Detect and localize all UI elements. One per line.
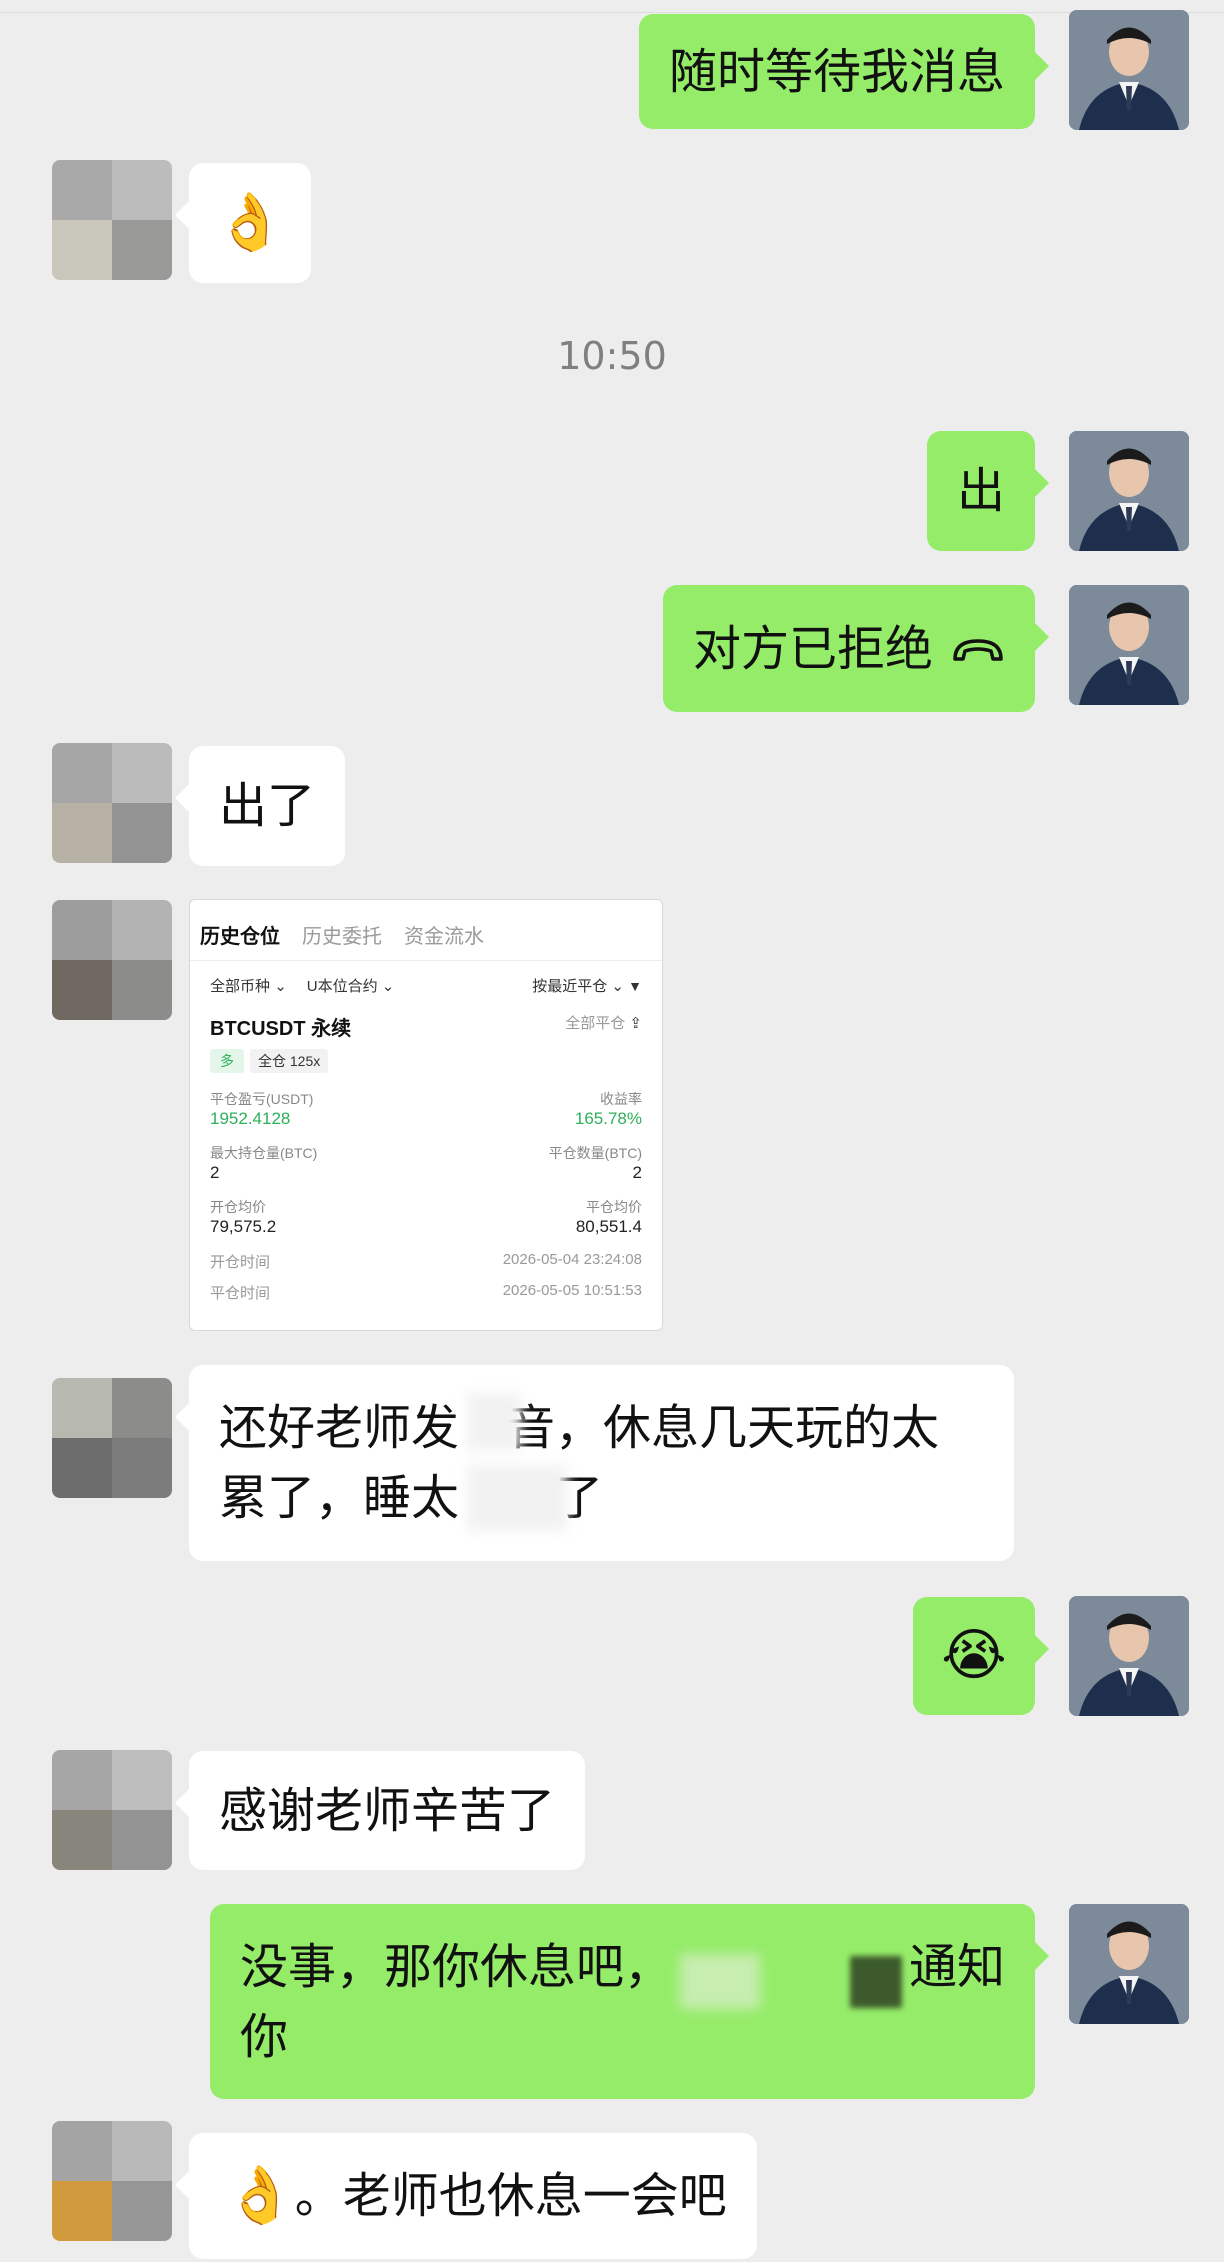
chevron-down-icon: ⌄ <box>381 978 395 995</box>
message-bubble-received[interactable]: 感谢老师辛苦了 <box>174 1751 586 1870</box>
blur-redaction <box>850 1956 902 2008</box>
message-text: 感谢老师辛苦了 <box>219 1782 556 1839</box>
message-text: 。老师也休息一会吧 <box>294 2168 727 2224</box>
contact-avatar[interactable] <box>52 160 172 280</box>
open-avg-value: 79,575.2 <box>210 1217 277 1236</box>
message-bubble-received[interactable]: 👌 。老师也休息一会吧 <box>175 2133 757 2259</box>
open-avg-label: 开仓均价 <box>210 1199 266 1215</box>
my-avatar[interactable] <box>1069 10 1189 130</box>
top-divider <box>0 12 1224 13</box>
pnl-value: 1952.4128 <box>210 1109 291 1128</box>
message-bubble-received[interactable]: 👌 <box>175 163 311 283</box>
message-bubble-sent[interactable]: 随时等待我消息 <box>638 14 1050 129</box>
close-avg-value: 80,551.4 <box>575 1217 642 1236</box>
message-bubble-sent[interactable]: 没事，那你休息吧， 通知 你 <box>210 1904 1049 2099</box>
message-bubble-received[interactable]: 出了 <box>174 746 346 866</box>
timestamp: 10:50 <box>557 334 667 378</box>
contact-avatar[interactable] <box>52 1378 172 1498</box>
contact-avatar[interactable] <box>52 743 172 863</box>
blur-redaction <box>680 1954 760 2009</box>
open-time-label: 开仓时间 <box>210 1254 271 1271</box>
call-declined-bubble[interactable]: 对方已拒绝 <box>662 585 1050 712</box>
message-bubble-received[interactable]: 还好老师发 音，休息几天玩的太 累了，睡太了 <box>175 1365 1014 1561</box>
close-qty-label: 平仓数量(BTC) <box>548 1145 642 1161</box>
ok-hand-emoji: 👌 <box>215 190 285 255</box>
open-time-value: 2026-05-04 23:24:08 <box>502 1251 642 1268</box>
chevron-down-icon: ⌄ <box>274 978 287 995</box>
ok-hand-emoji: 👌 <box>225 2163 295 2228</box>
filter-icon: ▼ <box>628 978 642 994</box>
message-text: 随时等待我消息 <box>668 43 1005 100</box>
my-avatar[interactable] <box>1069 585 1189 705</box>
close-qty-value: 2 <box>632 1163 642 1182</box>
message-bubble-sent[interactable]: 😭 <box>913 1597 1049 1715</box>
card-tabs: 历史仓位 历史委托 资金流水 <box>190 900 662 961</box>
filter-coin: 全部币种 ⌄ <box>210 978 287 995</box>
message-bubble-sent[interactable]: 出 <box>926 431 1050 551</box>
tab-history-positions: 历史仓位 <box>200 926 280 948</box>
close-time-label: 平仓时间 <box>210 1285 271 1302</box>
contact-avatar[interactable] <box>52 1750 172 1870</box>
position-side-badge: 多 <box>210 1049 244 1073</box>
max-position-value: 2 <box>210 1163 220 1182</box>
tab-funding-flow: 资金流水 <box>404 926 484 948</box>
my-avatar[interactable] <box>1069 1596 1189 1716</box>
message-line: 你 <box>240 2008 289 2065</box>
my-avatar[interactable] <box>1069 1904 1189 2024</box>
trading-pair: BTCUSDT 永续 <box>210 1018 352 1040</box>
message-text: 出 <box>956 463 1005 519</box>
phone-hangup-icon <box>951 614 1005 684</box>
filter-sort: 按最近平仓 ⌄ ▼ <box>532 978 642 995</box>
contact-avatar[interactable] <box>52 900 172 1020</box>
filter-contract-type: U本位合约 ⌄ <box>306 978 395 995</box>
pnl-label: 平仓盈亏(USDT) <box>210 1091 314 1107</box>
close-time-value: 2026-05-05 10:51:53 <box>502 1282 642 1299</box>
blur-redaction <box>467 1393 521 1451</box>
share-icon: ⇪ <box>629 1015 642 1032</box>
my-avatar[interactable] <box>1069 431 1189 551</box>
blur-redaction <box>467 1465 567 1531</box>
card-filters: 全部币种 ⌄ U本位合约 ⌄ 按最近平仓 ⌄ ▼ <box>190 961 662 996</box>
max-position-label: 最大持仓量(BTC) <box>210 1145 318 1161</box>
message-text: 对方已拒绝 <box>692 620 933 677</box>
contact-avatar[interactable] <box>52 2121 172 2241</box>
margin-mode-badge: 全仓 125x <box>250 1049 329 1073</box>
chevron-down-icon: ⌄ <box>611 978 624 995</box>
message-line: 还好老师发 音，休息几天玩的太 <box>219 1400 940 1456</box>
close-all-label: 全部平仓 ⇪ <box>565 1015 642 1032</box>
tab-history-orders: 历史委托 <box>302 926 382 948</box>
close-avg-label: 平仓均价 <box>586 1199 642 1215</box>
message-text: 出了 <box>219 778 316 834</box>
roi-value: 165.78% <box>574 1109 642 1128</box>
crying-face-emoji: 😭 <box>941 1623 1007 1688</box>
roi-label: 收益率 <box>600 1091 642 1107</box>
trade-screenshot-card[interactable]: 历史仓位 历史委托 资金流水 全部币种 ⌄ U本位合约 ⌄ 按最近平仓 ⌄ ▼ … <box>189 899 663 1331</box>
